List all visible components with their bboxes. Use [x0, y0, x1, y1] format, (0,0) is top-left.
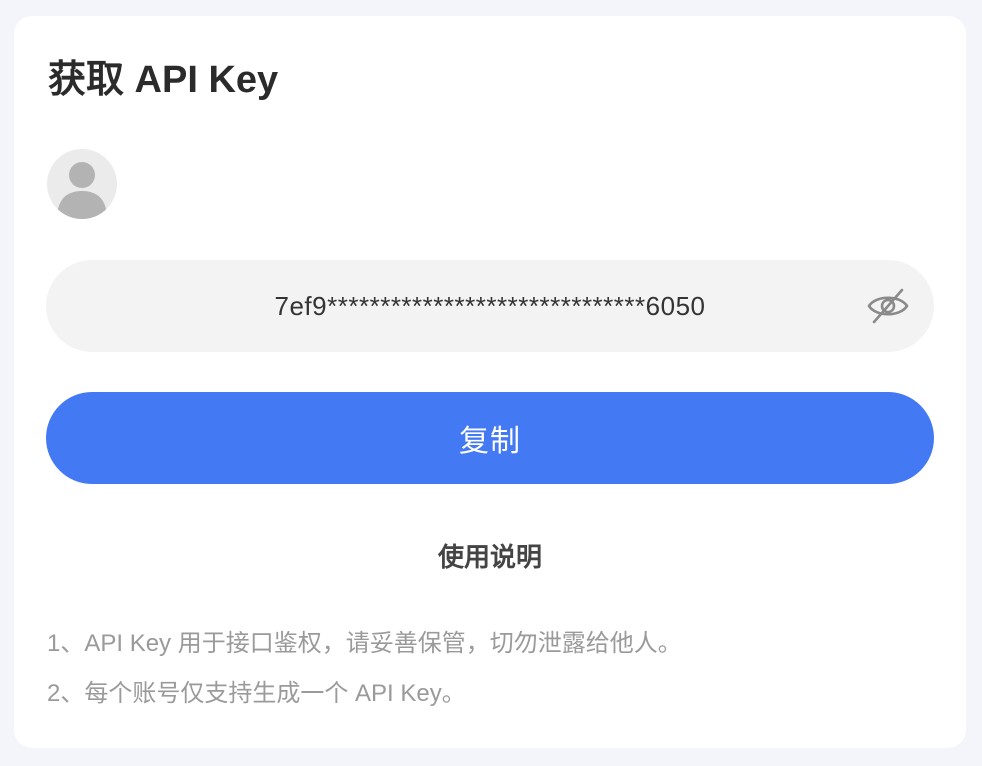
- api-key-field[interactable]: 7ef9******************************6050: [46, 260, 934, 352]
- user-avatar-icon: [47, 149, 117, 219]
- copy-button[interactable]: 复制: [46, 392, 934, 484]
- api-key-value: 7ef9******************************6050: [274, 291, 706, 321]
- instructions-title: 使用说明: [437, 542, 542, 572]
- page-title: 获取 API Key: [48, 59, 279, 101]
- instructions-list: 1、API Key 用于接口鉴权，请妥善保管，切勿泄露给他人。 2、每个账号仅支…: [47, 619, 682, 719]
- instruction-item: 1、API Key 用于接口鉴权，请妥善保管，切勿泄露给他人。: [47, 630, 682, 657]
- instruction-item: 2、每个账号仅支持生成一个 API Key。: [47, 680, 466, 707]
- api-key-card: 获取 API Key 7ef9*************************…: [14, 16, 966, 748]
- eye-off-icon[interactable]: [866, 284, 910, 328]
